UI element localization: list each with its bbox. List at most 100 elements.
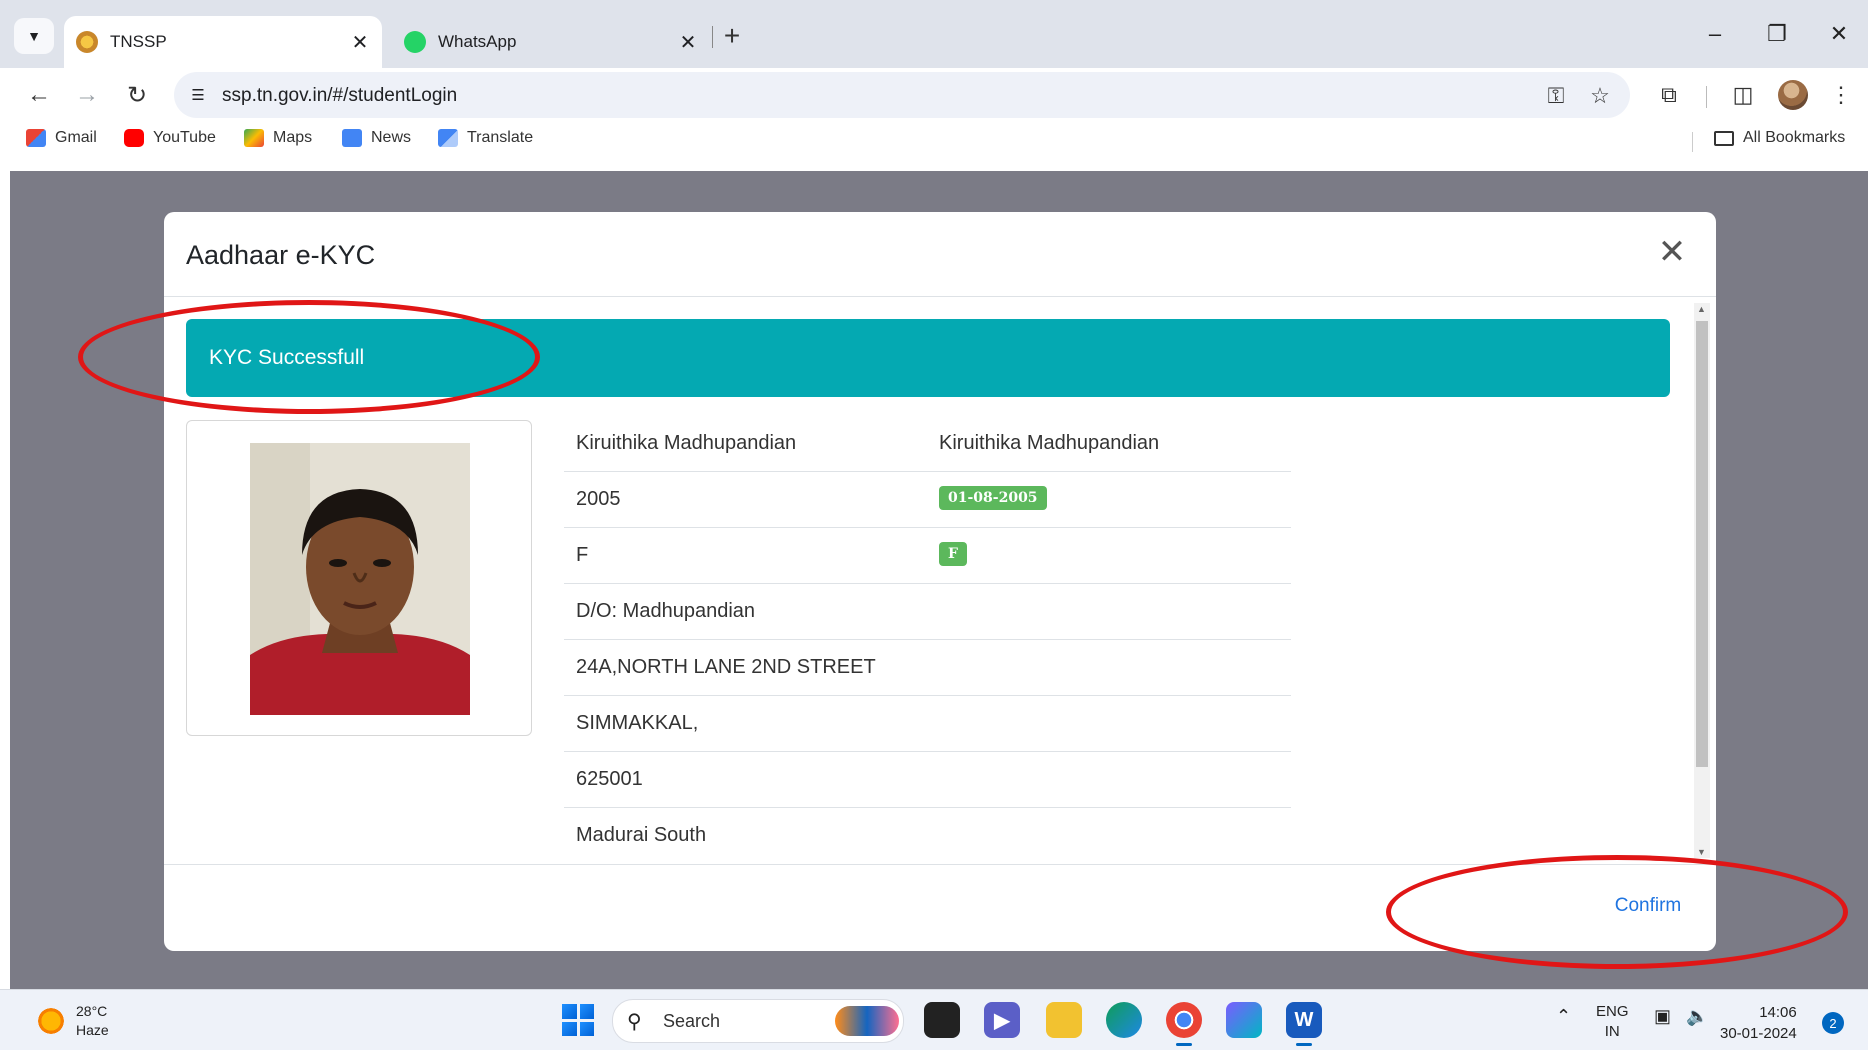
restore-button[interactable]: ❐ [1752, 18, 1802, 50]
all-bookmarks[interactable]: All Bookmarks [1714, 129, 1845, 147]
bookmark-youtube[interactable]: YouTube [124, 129, 216, 147]
row-gender: F [576, 544, 589, 566]
star-icon[interactable]: ☆ [1586, 82, 1614, 110]
bookmark-translate[interactable]: Translate [438, 129, 533, 147]
bookmark-label: YouTube [153, 129, 216, 146]
search-label: Search [663, 1011, 721, 1031]
annotation-ellipse-alert [78, 300, 540, 414]
table-row: 625001 [564, 752, 1291, 808]
bookmarks-bar: Gmail YouTube Maps News Translate All Bo… [0, 120, 1868, 160]
row-district: Madurai South [576, 824, 707, 846]
bookmark-news[interactable]: News [342, 129, 411, 147]
tab-tnssp[interactable]: TNSSP ✕ [64, 16, 382, 68]
table-row: F F [564, 528, 1291, 584]
table-row: 24A,NORTH LANE 2ND STREET [564, 640, 1291, 696]
browser-toolbar: ← → ↻ ☰ ssp.tn.gov.in/#/studentLogin ⚿ ☆… [0, 68, 1868, 120]
bookmark-label: Gmail [55, 129, 97, 146]
taskbar-search[interactable]: ⚲ Search [612, 999, 904, 1043]
clock-date: 30-01-2024 [1720, 1025, 1797, 1042]
weather-widget[interactable]: 28°C Haze [36, 1002, 109, 1040]
bookmark-gmail[interactable]: Gmail [26, 129, 97, 147]
close-icon[interactable]: ✕ [676, 30, 700, 54]
bookmark-label: News [371, 129, 412, 146]
tab-divider [712, 26, 713, 48]
weather-description: Haze [76, 1022, 109, 1038]
copilot-icon[interactable] [1226, 1002, 1262, 1038]
chevron-up-icon[interactable]: ⌃ [1556, 1006, 1571, 1027]
table-row: Kiruithika Madhupandian Kiruithika Madhu… [564, 416, 1291, 472]
row-pincode: 625001 [576, 768, 643, 790]
file-explorer-icon[interactable] [1046, 1002, 1082, 1038]
bookmark-maps[interactable]: Maps [244, 129, 312, 147]
scrollbar-thumb[interactable] [1696, 321, 1708, 767]
modal-header: Aadhaar e-KYC ✕ [164, 212, 1716, 297]
word-icon[interactable]: W [1286, 1002, 1322, 1046]
search-icon: ⚲ [627, 1011, 642, 1033]
tab-whatsapp[interactable]: WhatsApp ✕ [392, 16, 710, 68]
system-clock[interactable]: 14:06 30-01-2024 [1720, 1002, 1797, 1044]
task-view-icon[interactable] [924, 1002, 960, 1038]
edge-icon[interactable] [1106, 1002, 1142, 1038]
row-care-of: D/O: Madhupandian [576, 600, 756, 622]
translate-icon [438, 129, 458, 147]
more-menu-icon[interactable]: ⋮ [1826, 80, 1856, 110]
volume-icon[interactable]: 🔈 [1686, 1006, 1708, 1027]
table-row: Madurai South [564, 808, 1291, 863]
table-row: 2005 01-08-2005 [564, 472, 1291, 528]
haze-sun-icon [36, 1006, 66, 1036]
youtube-icon [124, 129, 144, 147]
tn-emblem-icon [76, 31, 98, 53]
windows-start-button[interactable] [562, 1004, 594, 1036]
window-close-button[interactable]: ✕ [1814, 18, 1864, 50]
chrome-icon[interactable] [1166, 1002, 1202, 1046]
profile-avatar[interactable] [1778, 80, 1808, 110]
region-code: IN [1604, 1023, 1620, 1040]
search-highlight-art [835, 1006, 899, 1036]
close-icon[interactable]: ✕ [1654, 233, 1690, 271]
tab-search-button[interactable]: ▼ [14, 18, 54, 54]
row-name: Kiruithika Madhupandian [576, 432, 797, 454]
all-bookmarks-label: All Bookmarks [1743, 129, 1846, 146]
modal-title: Aadhaar e-KYC [186, 240, 376, 270]
windows-taskbar: 28°C Haze ⚲ Search ▶ W ⌃ ENG IN ▣ 🔈 14:0… [0, 989, 1868, 1050]
clock-time: 14:06 [1759, 1004, 1797, 1021]
url-text: ssp.tn.gov.in/#/studentLogin [222, 85, 458, 106]
chevron-down-icon: ▼ [27, 28, 41, 44]
row-year: 2005 [576, 488, 621, 510]
browser-tab-strip: ▼ TNSSP ✕ WhatsApp ✕ + – ❐ ✕ [0, 0, 1868, 68]
tab-title: TNSSP [110, 32, 167, 51]
toolbar-divider [1706, 86, 1707, 108]
extensions-icon[interactable]: ⧉ [1654, 80, 1684, 110]
key-icon[interactable]: ⚿ [1542, 82, 1570, 110]
gmail-icon [26, 129, 46, 147]
notification-badge[interactable]: 2 [1822, 1012, 1844, 1034]
row-street: 24A,NORTH LANE 2ND STREET [576, 656, 876, 678]
whatsapp-icon [404, 31, 426, 53]
aadhaar-photo [250, 443, 470, 715]
back-button[interactable]: ← [24, 80, 54, 110]
modal-scrollbar[interactable]: ▲ ▼ [1694, 303, 1710, 858]
new-tab-button[interactable]: + [718, 20, 746, 51]
tab-title: WhatsApp [438, 32, 517, 51]
gender-badge: F [939, 542, 967, 566]
close-icon[interactable]: ✕ [348, 30, 372, 54]
side-panel-icon[interactable]: ◫ [1728, 80, 1758, 110]
site-settings-icon[interactable]: ☰ [186, 83, 210, 107]
minimize-button[interactable]: – [1690, 18, 1740, 50]
folder-icon [1714, 130, 1734, 146]
annotation-ellipse-confirm [1386, 855, 1848, 969]
network-icon[interactable]: ▣ [1654, 1006, 1671, 1027]
forward-button[interactable]: → [72, 80, 102, 110]
kyc-details-table: Kiruithika Madhupandian Kiruithika Madhu… [564, 416, 1291, 863]
scroll-up-icon[interactable]: ▲ [1697, 304, 1706, 314]
scroll-down-icon[interactable]: ▼ [1697, 847, 1706, 857]
weather-temperature: 28°C [76, 1003, 108, 1019]
language-indicator[interactable]: ENG IN [1596, 1002, 1629, 1042]
news-icon [342, 129, 362, 147]
row-name-value: Kiruithika Madhupandian [939, 432, 1160, 454]
reload-button[interactable]: ↻ [122, 80, 152, 110]
dob-badge: 01-08-2005 [939, 486, 1047, 510]
teams-meet-icon[interactable]: ▶ [984, 1002, 1020, 1038]
photo-card [186, 420, 532, 736]
address-bar[interactable]: ☰ ssp.tn.gov.in/#/studentLogin ⚿ ☆ [174, 72, 1630, 118]
